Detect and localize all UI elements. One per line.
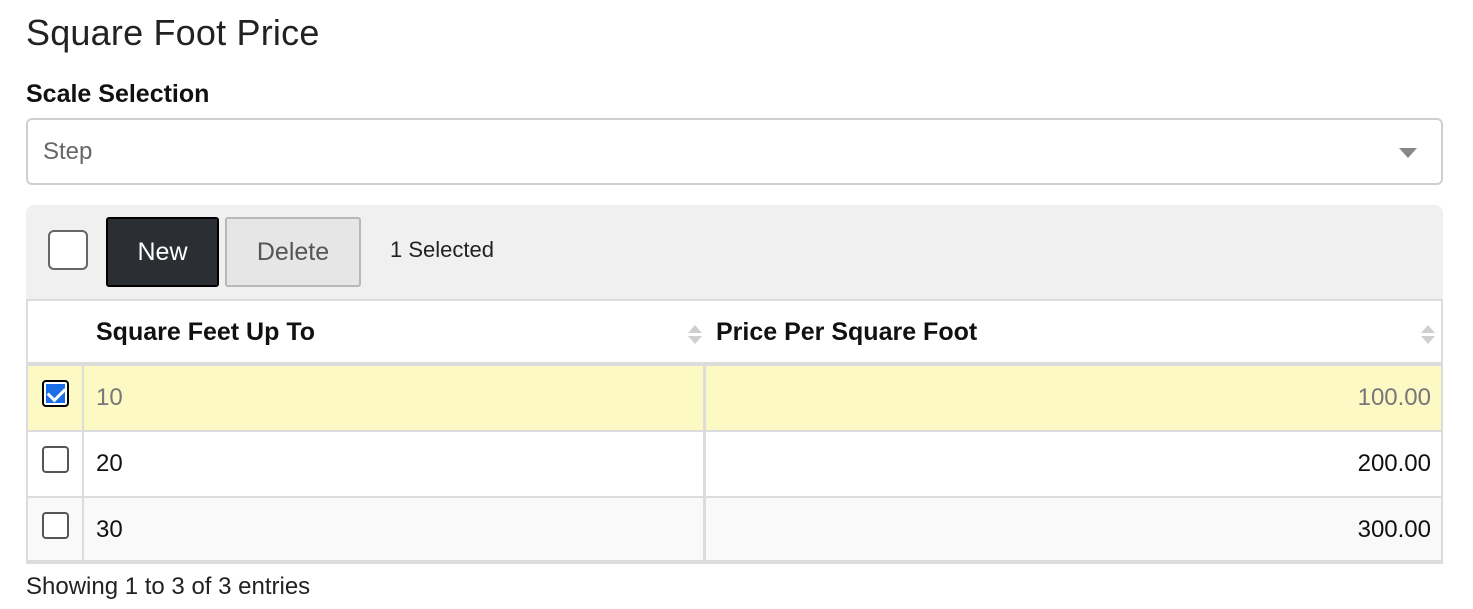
column-header-price[interactable]: Price Per Square Foot <box>716 301 1441 364</box>
new-button[interactable]: New <box>106 217 219 287</box>
square-feet-cell[interactable]: 10 <box>84 366 706 430</box>
sort-icon[interactable] <box>688 325 702 345</box>
delete-button[interactable]: Delete <box>225 217 361 287</box>
row-select-cell <box>28 432 84 496</box>
table-info: Showing 1 to 3 of 3 entries <box>26 573 311 600</box>
table-header: Square Feet Up To Price Per Square Foot <box>28 299 1441 366</box>
table-row[interactable]: 30 300.00 <box>28 498 1441 564</box>
selected-count: 1 Selected <box>390 237 494 262</box>
column-header-square-feet[interactable]: Square Feet Up To <box>96 301 708 364</box>
price-cell[interactable]: 200.00 <box>706 432 1441 496</box>
page-title: Square Foot Price <box>26 12 320 53</box>
scale-selection-label: Scale Selection <box>26 80 210 108</box>
table-row[interactable]: 20 200.00 <box>28 432 1441 498</box>
scale-selection-dropdown[interactable]: Step <box>26 118 1443 185</box>
price-grid: New Delete 1 Selected Square Feet Up To … <box>26 205 1443 568</box>
page: Square Foot Price Scale Selection Step N… <box>0 0 1473 609</box>
column-header-label: Square Feet Up To <box>96 318 316 346</box>
square-feet-cell[interactable]: 30 <box>84 498 706 562</box>
column-header-label: Price Per Square Foot <box>716 318 978 346</box>
price-table: Square Feet Up To Price Per Square Foot … <box>26 299 1443 564</box>
row-checkbox[interactable] <box>41 446 69 473</box>
grid-toolbar: New Delete 1 Selected <box>26 205 1443 299</box>
row-checkbox[interactable] <box>41 512 69 539</box>
row-checkbox[interactable] <box>41 380 69 407</box>
square-feet-cell[interactable]: 20 <box>84 432 706 496</box>
row-select-cell <box>28 498 84 562</box>
select-all-checkbox[interactable] <box>48 230 88 270</box>
scale-selection-value: Step <box>43 137 93 165</box>
price-cell[interactable]: 100.00 <box>706 366 1441 430</box>
row-select-cell <box>28 366 84 430</box>
table-row[interactable]: 10 100.00 <box>28 366 1441 432</box>
price-cell[interactable]: 300.00 <box>706 498 1441 562</box>
sort-icon[interactable] <box>1421 325 1435 345</box>
chevron-down-icon <box>1399 148 1417 158</box>
